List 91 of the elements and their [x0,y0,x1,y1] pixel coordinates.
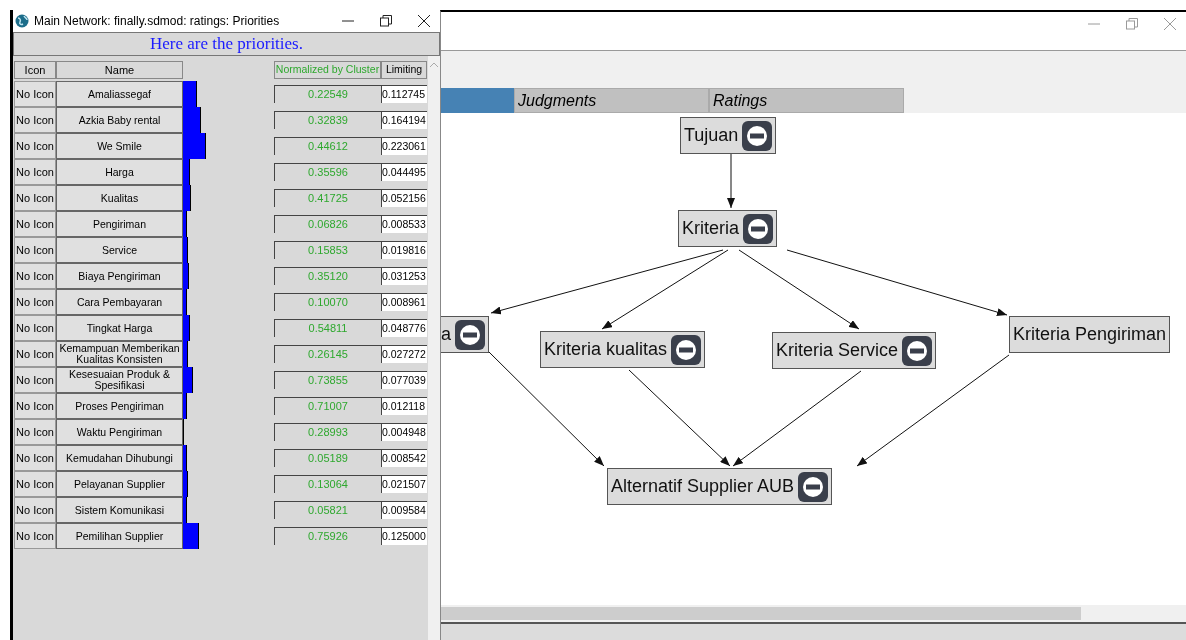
collapse-icon[interactable] [798,471,829,502]
name-button[interactable]: Pelayanan Supplier [56,471,183,497]
close-icon[interactable] [418,15,430,27]
collapse-icon[interactable] [902,335,933,366]
name-button[interactable]: Sistem Komunikasi [56,497,183,523]
icon-button[interactable]: No Icon [14,497,56,523]
name-button[interactable]: Cara Pembayaran [56,289,183,315]
window-title: Main Network: finally.sdmod: ratings: Priorities [34,13,280,30]
icon-button[interactable]: No Icon [14,237,56,263]
limiting-value: 0.125000 [381,527,427,545]
tab[interactable]: Ratings [709,88,904,113]
node-label: Kriteria [682,217,739,240]
icon-button[interactable]: No Icon [14,133,56,159]
node-label: Alternatif Supplier AUB [611,475,795,498]
tab[interactable]: Judgments [514,88,709,113]
node-label: Kriteria Service [776,339,899,362]
network-node[interactable]: Kriteria [678,210,777,247]
limiting-value: 0.021507 [381,475,427,493]
network-node[interactable]: Kriteria Pengiriman [1009,316,1171,353]
limiting-value: 0.223061 [381,137,427,155]
icon-button[interactable]: No Icon [14,445,56,471]
name-button[interactable]: Biaya Pengiriman [56,263,183,289]
arrow [727,152,735,209]
name-button[interactable]: Proses Pengiriman [56,393,183,419]
scroll-up-icon[interactable] [430,62,438,67]
name-button[interactable]: Amaliassegaf [56,81,183,107]
limiting-value: 0.112745 [381,85,427,103]
collapse-icon[interactable] [743,213,773,244]
limiting-value: 0.008533 [381,215,427,233]
icon-button[interactable]: No Icon [14,523,56,549]
limiting-value: 0.008542 [381,449,427,467]
icon-button[interactable]: No Icon [14,185,56,211]
icon-button[interactable]: No Icon [14,315,56,341]
icon-button[interactable]: No Icon [14,419,56,445]
vertical-scrollbar[interactable] [428,56,440,640]
priority-bar [183,81,197,107]
scroll-thumb[interactable] [441,607,1081,620]
collapse-icon[interactable] [671,334,702,365]
limiting-value: 0.044495 [381,163,427,181]
node-label: Kriteria Pengiriman [1013,323,1167,346]
icon-button[interactable]: No Icon [14,81,56,107]
icon-button[interactable]: No Icon [14,289,56,315]
node-label: Kriteria kualitas [544,338,668,361]
limiting-value: 0.004948 [381,423,427,441]
name-button[interactable]: Kualitas [56,185,183,211]
horizontal-scrollbar[interactable] [441,605,1186,622]
limiting-value: 0.077039 [381,371,427,389]
network-node[interactable]: a [441,316,489,353]
name-button[interactable]: Pengiriman [56,211,183,237]
node-label: a [441,323,451,346]
icon-button[interactable]: No Icon [14,159,56,185]
column-header: Name [56,61,183,79]
limiting-value: 0.048776 [381,319,427,337]
collapse-icon[interactable] [455,319,485,350]
network-node[interactable]: Kriteria Service [772,332,937,369]
name-button[interactable]: Harga [56,159,183,185]
network-node[interactable]: Kriteria kualitas [540,331,706,368]
limiting-value: 0.012118 [381,397,427,415]
name-button[interactable]: Kesesuaian Produk & Spesifikasi [56,367,183,393]
limiting-value: 0.027272 [381,345,427,363]
column-header: Normalized by Cluster [274,61,381,79]
icon-button[interactable]: No Icon [14,263,56,289]
icon-button[interactable]: No Icon [14,367,56,393]
name-button[interactable]: Service [56,237,183,263]
restore-icon[interactable] [380,15,392,27]
name-button[interactable]: Kemudahan Dihubungi [56,445,183,471]
column-header: Limiting [381,61,427,79]
name-button[interactable]: Azkia Baby rental [56,107,183,133]
node-label: Tujuan [684,124,739,147]
limiting-value: 0.031253 [381,267,427,285]
limiting-value: 0.164194 [381,111,427,129]
icon-button[interactable]: No Icon [14,393,56,419]
name-button[interactable]: Tingkat Harga [56,315,183,341]
icon-button[interactable]: No Icon [14,341,56,367]
heading: Here are the priorities. [150,33,303,56]
column-header: Icon [14,61,56,79]
icon-button[interactable]: No Icon [14,471,56,497]
name-button[interactable]: Waktu Pengiriman [56,419,183,445]
limiting-value: 0.019816 [381,241,427,259]
limiting-value: 0.052156 [381,189,427,207]
icon-button[interactable]: No Icon [14,107,56,133]
name-button[interactable]: Pemilihan Supplier [56,523,183,549]
globe-icon [15,14,29,28]
name-button[interactable]: We Smile [56,133,183,159]
limiting-value: 0.008961 [381,293,427,311]
limiting-value: 0.009584 [381,501,427,519]
name-button[interactable]: Kemampuan Memberikan Kualitas Konsisten [56,341,183,367]
icon-button[interactable]: No Icon [14,211,56,237]
network-node[interactable]: Tujuan [680,117,777,154]
network-node[interactable]: Alternatif Supplier AUB [607,468,833,505]
collapse-icon[interactable] [742,120,773,151]
